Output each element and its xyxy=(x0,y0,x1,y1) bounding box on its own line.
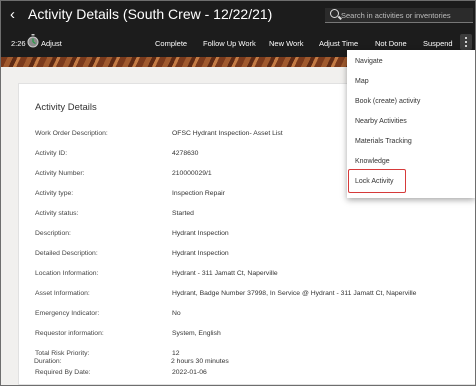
menu-item-navigate[interactable]: Navigate xyxy=(355,58,383,65)
detail-value: 210000029/1 xyxy=(172,170,212,177)
detail-label: Total Risk Priority: xyxy=(35,350,90,357)
detail-label: Requestor information: xyxy=(35,330,104,337)
detail-value: 4278630 xyxy=(172,150,199,157)
search-icon xyxy=(330,9,339,18)
detail-label: Activity Number: xyxy=(35,170,85,177)
detail-row: Description: Hydrant Inspection xyxy=(19,230,475,248)
detail-label: Location Information: xyxy=(35,270,99,277)
header-bar: ‹ Activity Details (South Crew - 12/22/2… xyxy=(1,1,475,57)
detail-value: Hydrant, Badge Number 37998, In Service … xyxy=(172,290,417,297)
search-box[interactable] xyxy=(325,8,473,23)
detail-value: 2 hours 30 minutes xyxy=(171,358,229,365)
menu-item-materials-tracking[interactable]: Materials Tracking xyxy=(355,138,412,145)
detail-label: Work Order Description: xyxy=(35,130,108,137)
detail-value: No xyxy=(172,310,181,317)
detail-value: Hydrant Inspection xyxy=(172,230,229,237)
detail-label: Description: xyxy=(35,230,71,237)
app-window: ‹ Activity Details (South Crew - 12/22/2… xyxy=(0,0,476,386)
toolbar-suspend[interactable]: Suspend xyxy=(423,39,453,48)
menu-item-knowledge[interactable]: Knowledge xyxy=(355,158,390,165)
detail-value: OFSC Hydrant Inspection- Asset List xyxy=(172,130,283,137)
detail-value: 12 xyxy=(172,350,180,357)
detail-row: Asset Information: Hydrant, Badge Number … xyxy=(19,290,475,308)
detail-value: Inspection Repair xyxy=(172,190,225,197)
card-title: Activity Details xyxy=(35,102,97,113)
page-title: Activity Details (South Crew - 12/22/21) xyxy=(28,6,273,22)
detail-row: Detailed Description: Hydrant Inspection xyxy=(19,250,475,268)
detail-row: Activity status: Started xyxy=(19,210,475,228)
toolbar-adjust-time[interactable]: Adjust Time xyxy=(319,39,358,48)
adjust-button[interactable]: Adjust xyxy=(41,39,62,48)
detail-label: Activity status: xyxy=(35,210,79,217)
menu-item-map[interactable]: Map xyxy=(355,78,369,85)
toolbar-follow-up-work[interactable]: Follow Up Work xyxy=(203,39,256,48)
detail-row: Location Information: Hydrant - 311 Jamat… xyxy=(19,270,475,288)
toolbar-not-done[interactable]: Not Done xyxy=(375,39,407,48)
menu-item-nearby-activities[interactable]: Nearby Activities xyxy=(355,118,407,125)
detail-label: Emergency Indicator: xyxy=(35,310,100,317)
detail-value: Hydrant - 311 Jamatt Ct, Naperville xyxy=(172,270,278,277)
detail-label: Activity ID: xyxy=(35,150,68,157)
toolbar-complete[interactable]: Complete xyxy=(155,39,187,48)
menu-item-book-activity[interactable]: Book (create) activity xyxy=(355,98,420,105)
back-icon[interactable]: ‹ xyxy=(10,6,15,23)
detail-value: System, English xyxy=(172,330,221,337)
toolbar-new-work[interactable]: New Work xyxy=(269,39,303,48)
time-label: 2:26 xyxy=(11,39,26,48)
detail-label: Activity type: xyxy=(35,190,74,197)
highlight-box xyxy=(348,169,406,193)
detail-row: Duration: 2 hours 30 minutes xyxy=(18,358,458,376)
detail-row: Emergency Indicator: No xyxy=(19,310,475,328)
detail-value: Started xyxy=(172,210,194,217)
detail-row: Requestor information: System, English xyxy=(19,330,475,348)
search-input[interactable] xyxy=(341,8,469,22)
detail-label: Asset Information: xyxy=(35,290,90,297)
detail-value: Hydrant Inspection xyxy=(172,250,229,257)
detail-label: Duration: xyxy=(34,358,62,365)
detail-label: Detailed Description: xyxy=(35,250,98,257)
stopwatch-icon[interactable] xyxy=(27,34,39,48)
more-options-icon[interactable] xyxy=(460,34,472,50)
